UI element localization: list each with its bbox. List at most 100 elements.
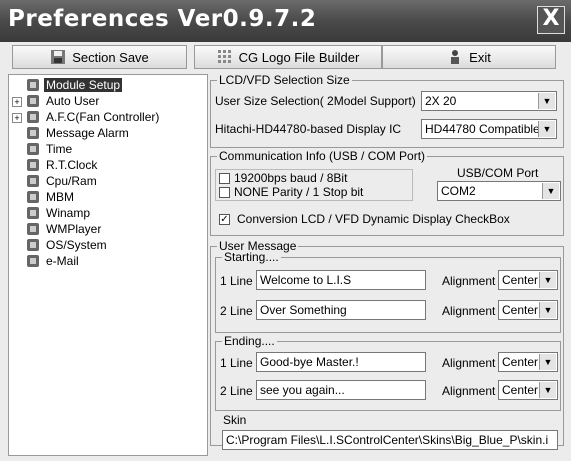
cpu-icon <box>25 173 41 189</box>
grid-icon <box>217 49 233 65</box>
tree-item-label: A.F.C(Fan Controller) <box>46 110 160 124</box>
end-line1-label: 1 Line <box>220 356 253 370</box>
ending-label: Ending.... <box>222 334 277 348</box>
exit-button[interactable]: Exit <box>382 45 556 69</box>
chevron-down-icon: ▼ <box>539 272 556 288</box>
end-align2-select[interactable]: Center ▼ <box>498 380 558 400</box>
conversion-checkbox[interactable]: ✓ <box>219 214 230 225</box>
tree-item-label: R.T.Clock <box>46 158 98 172</box>
close-button[interactable]: X <box>537 6 565 34</box>
tree-item-cpu-ram[interactable]: Cpu/Ram <box>25 173 99 189</box>
exit-person-icon <box>447 49 463 65</box>
tree-item-label: OS/System <box>46 238 107 252</box>
start-align2-label: Alignment <box>442 304 496 318</box>
tree-item-a-f-c-fan-controller[interactable]: A.F.C(Fan Controller) <box>25 109 161 125</box>
display-ic-select[interactable]: HD44780 Compatible ▼ <box>421 119 557 139</box>
window-title: Preferences Ver0.9.7.2 <box>8 6 317 32</box>
users-icon <box>25 93 41 109</box>
size-selection-label: User Size Selection( 2Model Support) <box>215 94 416 108</box>
end-align1-select[interactable]: Center ▼ <box>498 352 558 372</box>
port-label: USB/COM Port <box>457 166 539 180</box>
start-align1-label: Alignment <box>442 274 496 288</box>
start-align2-value: Center <box>502 303 539 317</box>
tree-item-module-setup[interactable]: Module Setup <box>25 77 123 93</box>
settings-panel: LCD/VFD Selection Size User Size Selecti… <box>210 73 566 454</box>
tree-item-mbm[interactable]: MBM <box>25 189 76 205</box>
start-align1-value: Center <box>502 273 539 287</box>
preferences-window: Preferences Ver0.9.7.2 X Section Save CG… <box>0 0 571 461</box>
clock-icon <box>25 141 41 157</box>
serial-settings-box: 19200bps baud / 8Bit NONE Parity / 1 Sto… <box>215 169 413 201</box>
chevron-down-icon: ▼ <box>538 93 555 109</box>
conversion-label: Conversion LCD / VFD Dynamic Display Che… <box>237 212 510 226</box>
tree-item-label: WMPlayer <box>46 222 102 236</box>
parity-checkbox[interactable] <box>219 187 230 198</box>
user-message-group: User Message Starting.... 1 Line Welcome… <box>210 239 564 446</box>
gear-icon <box>25 77 41 93</box>
port-select-value: COM2 <box>441 184 476 198</box>
tree-item-message-alarm[interactable]: Message Alarm <box>25 125 131 141</box>
tree-item-label: e-Mail <box>46 254 79 268</box>
exit-label: Exit <box>469 49 491 65</box>
tree-item-wmplayer[interactable]: WMPlayer <box>25 221 103 237</box>
cg-logo-file-builder-button[interactable]: CG Logo File Builder <box>194 45 382 69</box>
tree-item-winamp[interactable]: Winamp <box>25 205 92 221</box>
wmplayer-icon <box>25 221 41 237</box>
end-line2-input[interactable]: see you again... <box>256 380 426 400</box>
baud-label: 19200bps baud / 8Bit <box>234 171 348 185</box>
size-select-value: 2X 20 <box>425 94 457 108</box>
start-line1-input[interactable]: Welcome to L.I.S <box>256 270 426 290</box>
toolbar: Section Save CG Logo File Builder Exit <box>0 45 571 71</box>
chevron-down-icon: ▼ <box>542 183 559 199</box>
chevron-down-icon: ▼ <box>538 121 555 137</box>
end-line2-label: 2 Line <box>220 384 253 398</box>
communication-group: Communication Info (USB / COM Port) 1920… <box>210 149 564 236</box>
section-save-label: Section Save <box>72 49 149 65</box>
expand-icon[interactable]: + <box>12 113 22 123</box>
tree-item-auto-user[interactable]: Auto User <box>25 93 101 109</box>
lcd-group-label: LCD/VFD Selection Size <box>217 73 352 87</box>
tree-item-r-t-clock[interactable]: R.T.Clock <box>25 157 99 173</box>
ending-group: Ending.... 1 Line Good-bye Master.! Alig… <box>215 334 561 411</box>
tree-item-label: Winamp <box>46 206 91 220</box>
winamp-icon <box>25 205 41 221</box>
tree-item-os-system[interactable]: OS/System <box>25 237 109 253</box>
end-align1-label: Alignment <box>442 356 496 370</box>
starting-label: Starting.... <box>222 250 281 264</box>
end-align2-label: Alignment <box>442 384 496 398</box>
port-select[interactable]: COM2 ▼ <box>437 181 561 201</box>
tree-item-time[interactable]: Time <box>25 141 74 157</box>
baud-checkbox[interactable] <box>219 173 230 184</box>
os-icon <box>25 237 41 253</box>
tree-item-label: Module Setup <box>44 78 123 92</box>
start-line1-label: 1 Line <box>220 274 253 288</box>
chevron-down-icon: ▼ <box>539 354 556 370</box>
start-line2-label: 2 Line <box>220 304 253 318</box>
start-align2-select[interactable]: Center ▼ <box>498 300 558 320</box>
parity-label: NONE Parity / 1 Stop bit <box>234 185 364 199</box>
display-ic-value: HD44780 Compatible <box>425 122 540 136</box>
tree-item-label: Time <box>46 142 73 156</box>
start-line2-input[interactable]: Over Something <box>256 300 426 320</box>
chevron-down-icon: ▼ <box>539 382 556 398</box>
tree-item-e-mail[interactable]: e-Mail <box>25 253 81 269</box>
skin-label: Skin <box>221 413 249 427</box>
skin-path-input[interactable]: C:\Program Files\L.I.SControlCenter\Skin… <box>222 430 558 450</box>
tree-item-label: Cpu/Ram <box>46 174 97 188</box>
lcd-size-group: LCD/VFD Selection Size User Size Selecti… <box>210 73 564 148</box>
section-save-button[interactable]: Section Save <box>12 45 187 69</box>
title-bar[interactable]: Preferences Ver0.9.7.2 X <box>0 0 571 42</box>
cg-logo-label: CG Logo File Builder <box>238 49 360 65</box>
settings-tree: Module Setup Auto User + A.F.C(Fan Controll… <box>8 74 208 456</box>
save-icon <box>50 49 66 65</box>
communication-group-label: Communication Info (USB / COM Port) <box>217 149 428 163</box>
hitachi-ic-label: Hitachi-HD44780-based Display IC <box>215 122 402 136</box>
start-align1-select[interactable]: Center ▼ <box>498 270 558 290</box>
tree-item-label: Message Alarm <box>46 126 129 140</box>
tree-item-label: Auto User <box>46 94 100 108</box>
end-line1-input[interactable]: Good-bye Master.! <box>256 352 426 372</box>
size-select[interactable]: 2X 20 ▼ <box>421 91 557 111</box>
tree-item-label: MBM <box>46 190 74 204</box>
expand-icon[interactable]: + <box>12 97 22 107</box>
mail-icon <box>25 253 41 269</box>
